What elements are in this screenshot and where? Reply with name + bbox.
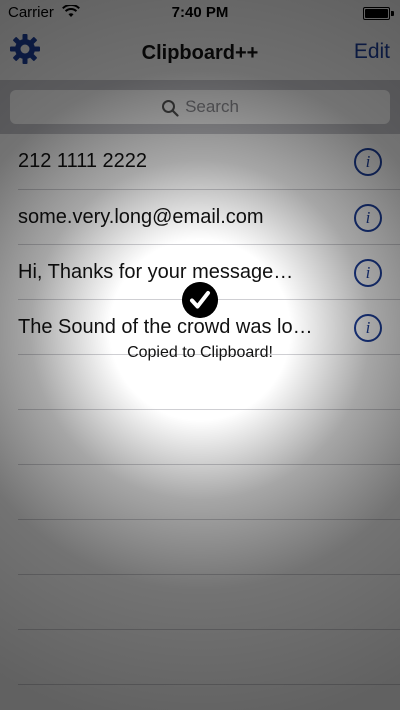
list-item[interactable]: some.very.long@email.com i [0,190,400,245]
clip-text: some.very.long@email.com [18,206,264,228]
info-icon[interactable]: i [354,314,382,342]
navigation-bar: Clipboard++ Edit [0,26,400,80]
divider [18,574,400,575]
edit-button[interactable]: Edit [354,40,390,64]
search-input[interactable]: Search [10,90,390,124]
search-container: Search [0,80,400,134]
status-bar: Carrier 7:40 PM [0,0,400,26]
divider [18,464,400,465]
info-icon[interactable]: i [354,204,382,232]
divider [18,684,400,685]
list-item[interactable]: 212 1111 2222 i [0,134,400,189]
clip-list: 212 1111 2222 i some.very.long@email.com… [0,134,400,710]
divider [18,629,400,630]
battery-icon [363,7,394,20]
info-icon[interactable]: i [354,148,382,176]
search-icon [162,99,179,117]
page-title: Clipboard++ [141,42,259,64]
divider [18,519,400,520]
clock: 7:40 PM [171,4,229,21]
divider [18,409,400,410]
clip-text: 212 1111 2222 [18,150,148,172]
hud-message: Copied to Clipboard! [127,344,273,361]
search-placeholder: Search [185,97,239,116]
checkmark-icon [182,282,218,318]
copied-hud: Copied to Clipboard! [95,270,305,390]
info-icon[interactable]: i [354,259,382,287]
